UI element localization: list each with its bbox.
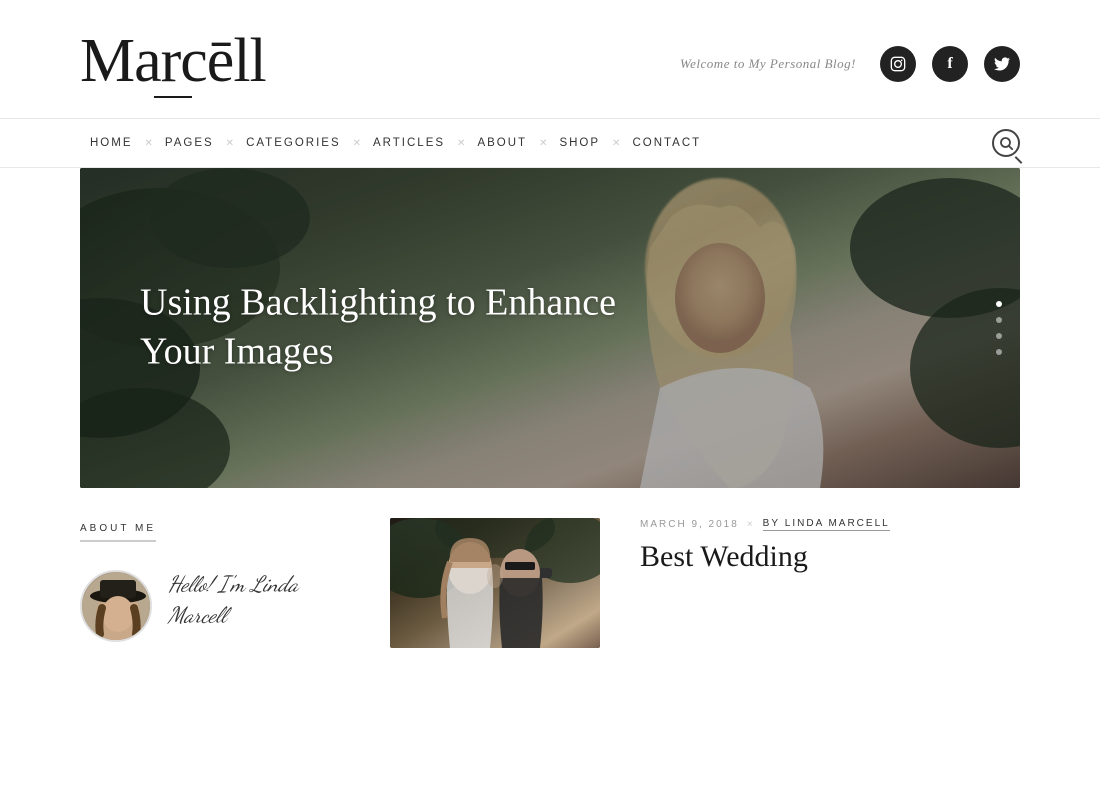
facebook-icon[interactable]: f	[932, 46, 968, 82]
twitter-icon[interactable]	[984, 46, 1020, 82]
hero-dot-4[interactable]	[996, 349, 1002, 355]
couple-image	[390, 518, 600, 648]
instagram-icon[interactable]	[880, 46, 916, 82]
meta-separator: ×	[747, 519, 755, 530]
about-me-greeting: Hello! I'm Linda Marcell	[168, 570, 298, 632]
nav-sep-2: ✕	[224, 138, 236, 149]
nav-sep-5: ✕	[537, 138, 549, 149]
article-meta: MARCH 9, 2018 × by Linda Marcell	[640, 518, 1020, 531]
hero-dot-2[interactable]	[996, 317, 1002, 323]
about-me-label: ABOUT ME	[80, 523, 156, 542]
article-date: MARCH 9, 2018	[640, 519, 739, 530]
hero-dot-1[interactable]	[996, 301, 1002, 307]
nav-item-articles[interactable]: ARTICLES	[363, 119, 455, 167]
avatar-image	[82, 572, 152, 642]
nav-sep-1: ✕	[143, 138, 155, 149]
nav-sep-6: ✕	[610, 138, 622, 149]
article-thumbnail[interactable]	[390, 518, 600, 648]
nav-item-home[interactable]: HOME	[80, 119, 143, 167]
article-title[interactable]: Best Wedding	[640, 539, 1020, 575]
hero-title: Using Backlighting to Enhance Your Image…	[140, 279, 620, 378]
site-header: Marcēll Welcome to My Personal Blog! f	[0, 0, 1100, 118]
article-author[interactable]: by Linda Marcell	[763, 518, 890, 531]
hero-section: Using Backlighting to Enhance Your Image…	[80, 168, 1020, 488]
nav-sep-4: ✕	[455, 138, 467, 149]
search-button[interactable]	[992, 129, 1020, 157]
nav-item-categories[interactable]: CATEGORIES	[236, 119, 351, 167]
avatar	[80, 570, 152, 642]
nav-item-contact[interactable]: CONTACT	[622, 119, 711, 167]
nav-item-pages[interactable]: PAGES	[155, 119, 224, 167]
article-image-column	[390, 518, 610, 648]
about-me-panel: ABOUT ME	[80, 518, 370, 648]
about-me-content: Hello! I'm Linda Marcell	[80, 570, 370, 642]
nav-sep-3: ✕	[351, 138, 363, 149]
nav-item-shop[interactable]: SHOP	[549, 119, 610, 167]
search-icon	[992, 129, 1020, 157]
article-text-column: MARCH 9, 2018 × by Linda Marcell Best We…	[610, 518, 1020, 648]
hero-dots	[996, 301, 1002, 355]
main-nav: HOME ✕ PAGES ✕ CATEGORIES ✕ ARTICLES ✕ A…	[0, 118, 1100, 168]
nav-links: HOME ✕ PAGES ✕ CATEGORIES ✕ ARTICLES ✕ A…	[80, 119, 711, 167]
hero-text: Using Backlighting to Enhance Your Image…	[140, 279, 620, 378]
logo-bar	[154, 96, 192, 98]
nav-item-about[interactable]: ABOUT	[467, 119, 537, 167]
bottom-section: ABOUT ME	[0, 488, 1100, 668]
header-right: Welcome to My Personal Blog! f	[680, 46, 1020, 82]
site-tagline: Welcome to My Personal Blog!	[680, 56, 856, 72]
site-logo[interactable]: Marcēll	[80, 30, 266, 98]
hero-dot-3[interactable]	[996, 333, 1002, 339]
